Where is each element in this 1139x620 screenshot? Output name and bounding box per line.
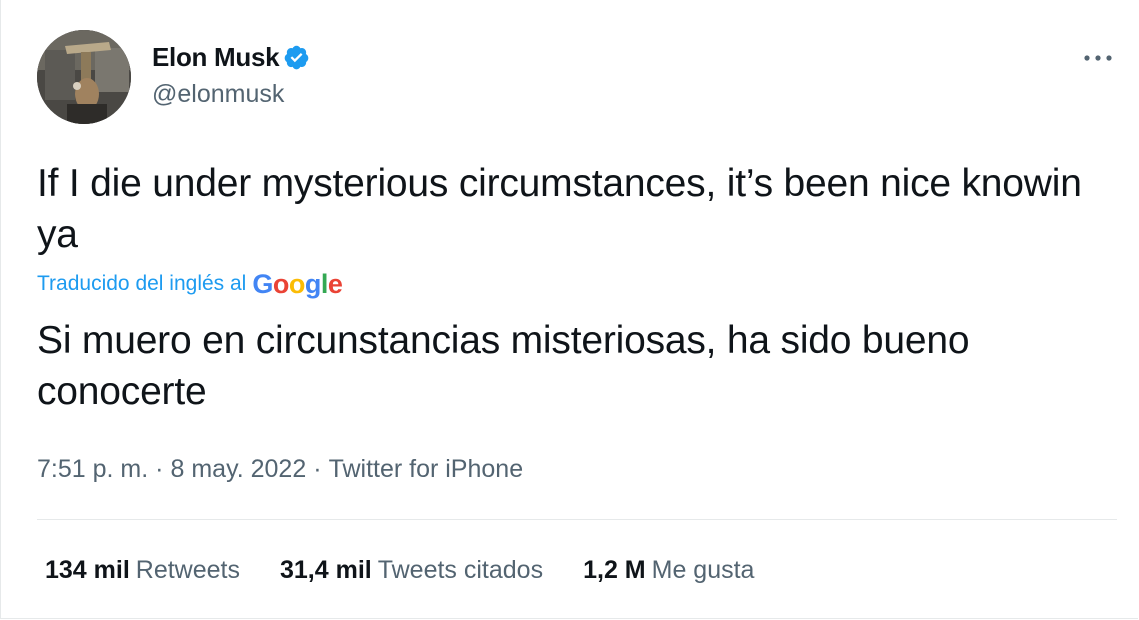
google-logo: Google	[252, 268, 343, 299]
retweets-count: 134 mil	[45, 555, 130, 584]
likes-label: Me gusta	[651, 555, 755, 584]
verified-badge-icon[interactable]	[283, 44, 310, 71]
avatar-photo-icon	[37, 30, 131, 124]
translated-text: Si muero en circunstancias misteriosas, …	[37, 319, 970, 413]
author-display-name[interactable]: Elon Musk	[152, 42, 280, 73]
tweet-stats: 134 mil Retweets 31,4 mil Tweets citados…	[45, 553, 794, 587]
tweet-date[interactable]: 8 may. 2022	[171, 455, 307, 484]
tweet-card: Elon Musk @elonmusk If I die under myste…	[0, 0, 1138, 619]
author-name-row: Elon Musk	[152, 40, 310, 74]
quote-tweets-label: Tweets citados	[377, 555, 544, 584]
tweet-meta: 7:51 p. m. · 8 may. 2022 · Twitter for i…	[37, 452, 523, 486]
divider	[37, 519, 1117, 520]
quote-tweets-count: 31,4 mil	[280, 555, 372, 584]
meta-separator: ·	[155, 454, 164, 483]
retweets-label: Retweets	[135, 555, 240, 584]
avatar[interactable]	[37, 30, 131, 124]
tweet-source[interactable]: Twitter for iPhone	[329, 455, 524, 484]
retweets-stat[interactable]: 134 mil Retweets	[45, 556, 240, 585]
translation-label[interactable]: Traducido del inglés al	[37, 272, 246, 296]
meta-separator: ·	[313, 454, 322, 483]
author-handle[interactable]: @elonmusk	[152, 80, 284, 109]
likes-stat[interactable]: 1,2 M Me gusta	[583, 556, 754, 585]
more-options-icon[interactable]	[1080, 44, 1116, 72]
quote-tweets-stat[interactable]: 31,4 mil Tweets citados	[280, 556, 543, 585]
tweet-text: If I die under mysterious circumstances,…	[37, 162, 1082, 256]
likes-count: 1,2 M	[583, 555, 646, 584]
tweet-time[interactable]: 7:51 p. m.	[37, 455, 148, 484]
translation-attribution: Traducido del inglés al Google	[37, 266, 343, 302]
